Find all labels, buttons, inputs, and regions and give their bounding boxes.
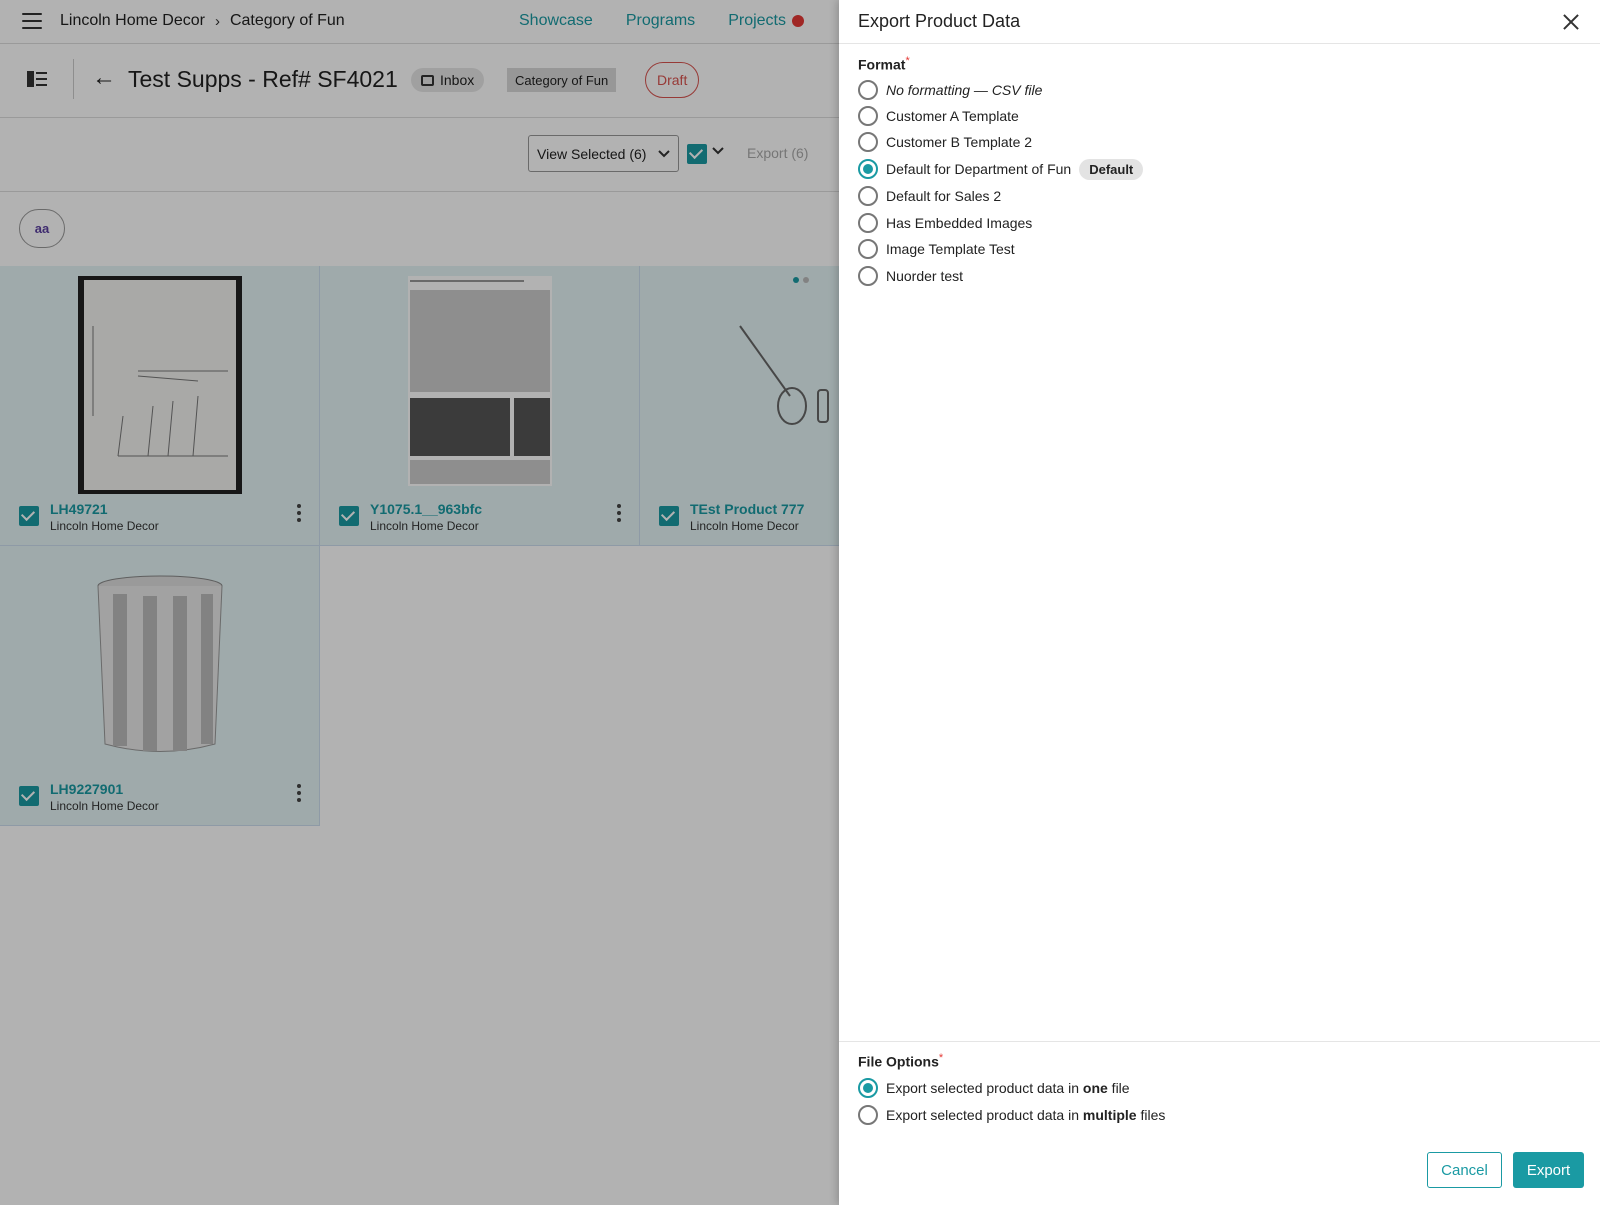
format-option-label: Image Template Test: [886, 241, 1015, 257]
format-option-label: Customer A Template: [886, 108, 1019, 124]
format-option[interactable]: Image Template Test: [858, 238, 1015, 260]
radio-button[interactable]: [858, 266, 878, 286]
format-option-label: Nuorder test: [886, 268, 964, 284]
format-option-label: Has Embedded Images: [886, 215, 1033, 231]
format-option[interactable]: Default for Sales 2: [858, 185, 1001, 207]
format-option[interactable]: Default for Department of Fun Default: [858, 158, 1144, 180]
format-option[interactable]: Nuorder test: [858, 265, 963, 287]
drawer-header: Export Product Data: [839, 0, 1600, 44]
required-mark: *: [905, 55, 910, 67]
format-option-label: Default for Department of Fun: [886, 161, 1072, 177]
format-option[interactable]: Has Embedded Images: [858, 212, 1032, 234]
export-drawer: Export Product Data Format* No formattin…: [839, 0, 1600, 1205]
required-mark: *: [938, 1052, 944, 1064]
radio-button[interactable]: [858, 132, 878, 152]
radio-button-selected[interactable]: [858, 159, 878, 179]
format-option-label: Customer B Template 2: [886, 134, 1033, 150]
radio-button[interactable]: [858, 213, 878, 233]
format-option[interactable]: No formatting — CSV file: [858, 79, 1042, 101]
format-option-label: Default for Sales 2: [886, 188, 1002, 204]
file-option-emphasis: multiple: [1082, 1107, 1137, 1123]
radio-button-selected[interactable]: [858, 1078, 878, 1098]
cancel-button[interactable]: Cancel: [1427, 1152, 1502, 1188]
format-label-text: Format: [858, 56, 906, 73]
format-option[interactable]: Customer A Template: [858, 105, 1019, 127]
file-option-text: files: [1136, 1107, 1166, 1123]
file-option-text: file: [1107, 1080, 1130, 1096]
radio-button[interactable]: [858, 80, 878, 100]
radio-button[interactable]: [858, 186, 878, 206]
radio-button[interactable]: [858, 239, 878, 259]
file-option-emphasis: one: [1082, 1080, 1108, 1096]
file-options-label: File Options*: [858, 1052, 943, 1070]
format-option-label: No formatting — CSV file: [886, 82, 1043, 98]
radio-button[interactable]: [858, 1105, 878, 1125]
export-button[interactable]: Export: [1513, 1152, 1584, 1188]
format-label: Format*: [858, 55, 910, 73]
file-option-label: Export selected product data in one file: [886, 1080, 1130, 1096]
file-option-label: Export selected product data in multiple…: [886, 1107, 1165, 1123]
file-option[interactable]: Export selected product data in multiple…: [858, 1104, 1165, 1126]
file-options-label-text: File Options: [858, 1053, 939, 1070]
divider: [839, 1041, 1600, 1042]
file-option[interactable]: Export selected product data in one file: [858, 1077, 1130, 1099]
file-option-text: Export selected product data in: [886, 1107, 1083, 1123]
close-icon[interactable]: [1561, 12, 1581, 32]
format-option[interactable]: Customer B Template 2: [858, 131, 1032, 153]
file-option-text: Export selected product data in: [886, 1080, 1083, 1096]
default-badge: Default: [1079, 158, 1144, 180]
radio-button[interactable]: [858, 106, 878, 126]
drawer-title: Export Product Data: [858, 11, 1021, 31]
